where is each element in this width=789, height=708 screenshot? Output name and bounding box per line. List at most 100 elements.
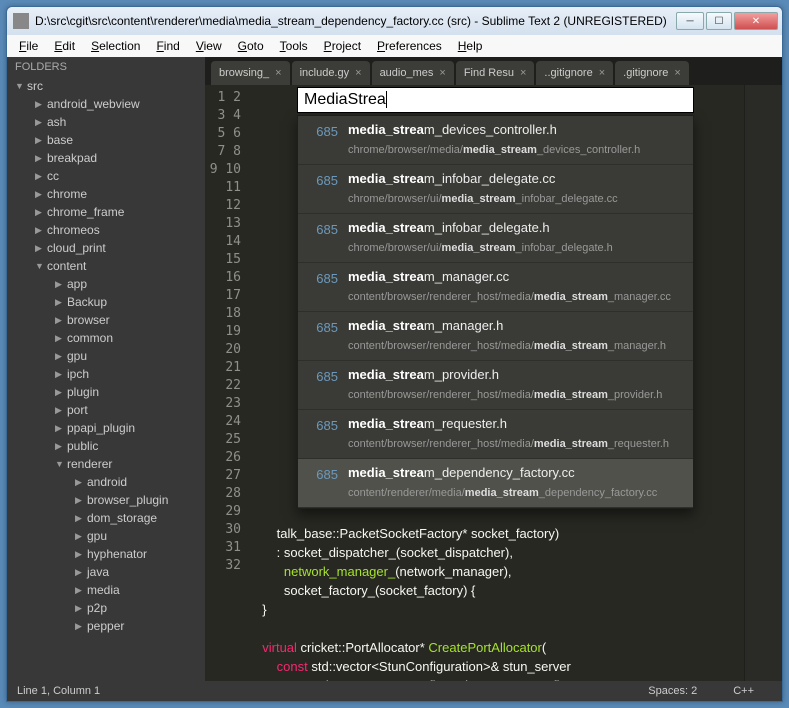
disclosure-arrow-icon: ▶ (35, 189, 45, 200)
menu-goto[interactable]: Goto (230, 37, 272, 55)
goto-anything-results: 685media_stream_devices_controller.hchro… (297, 115, 694, 509)
folder-chrome[interactable]: ▶chrome (7, 185, 205, 203)
disclosure-arrow-icon: ▶ (75, 549, 85, 560)
sidebar: FOLDERS ▼src▶android_webview▶ash▶base▶br… (7, 57, 205, 681)
goto-anything-input[interactable]: MediaStrea (297, 87, 694, 113)
disclosure-arrow-icon: ▼ (35, 261, 45, 271)
menu-edit[interactable]: Edit (46, 37, 83, 55)
goto-result[interactable]: 685media_stream_infobar_delegate.ccchrom… (298, 165, 693, 214)
folder-ipch[interactable]: ▶ipch (7, 365, 205, 383)
disclosure-arrow-icon: ▶ (35, 99, 45, 110)
tab[interactable]: Find Resu× (456, 61, 535, 85)
disclosure-arrow-icon: ▶ (55, 351, 65, 362)
folder-plugin[interactable]: ▶plugin (7, 383, 205, 401)
goto-result[interactable]: 685media_stream_dependency_factory.cccon… (298, 459, 693, 508)
folder-android_webview[interactable]: ▶android_webview (7, 95, 205, 113)
minimize-button[interactable]: ─ (676, 12, 704, 30)
titlebar[interactable]: D:\src\cgit\src\content\renderer\media\m… (7, 7, 782, 35)
disclosure-arrow-icon: ▶ (55, 369, 65, 380)
tab-close-icon[interactable]: × (599, 67, 605, 79)
menu-find[interactable]: Find (148, 37, 187, 55)
folder-common[interactable]: ▶common (7, 329, 205, 347)
menu-tools[interactable]: Tools (272, 37, 316, 55)
folder-base[interactable]: ▶base (7, 131, 205, 149)
goto-result[interactable]: 685media_stream_devices_controller.hchro… (298, 116, 693, 165)
disclosure-arrow-icon: ▶ (75, 513, 85, 524)
folder-renderer[interactable]: ▼renderer (7, 455, 205, 473)
folder-android[interactable]: ▶android (7, 473, 205, 491)
folder-port[interactable]: ▶port (7, 401, 205, 419)
goto-result[interactable]: 685media_stream_manager.cccontent/browse… (298, 263, 693, 312)
folder-gpu[interactable]: ▶gpu (7, 347, 205, 365)
disclosure-arrow-icon: ▶ (75, 585, 85, 596)
folder-ppapi_plugin[interactable]: ▶ppapi_plugin (7, 419, 205, 437)
goto-score: 685 (308, 317, 338, 355)
tab[interactable]: audio_mes× (372, 61, 454, 85)
disclosure-arrow-icon: ▶ (75, 603, 85, 614)
disclosure-arrow-icon: ▶ (75, 477, 85, 488)
folder-dom_storage[interactable]: ▶dom_storage (7, 509, 205, 527)
disclosure-arrow-icon: ▶ (35, 225, 45, 236)
folder-media[interactable]: ▶media (7, 581, 205, 599)
status-position[interactable]: Line 1, Column 1 (17, 685, 100, 697)
tab[interactable]: .gitignore× (615, 61, 689, 85)
disclosure-arrow-icon: ▶ (55, 333, 65, 344)
folder-Backup[interactable]: ▶Backup (7, 293, 205, 311)
folder-hyphenator[interactable]: ▶hyphenator (7, 545, 205, 563)
editor-area: browsing_×include.gy×audio_mes×Find Resu… (205, 57, 782, 681)
goto-result[interactable]: 685media_stream_requester.hcontent/brows… (298, 410, 693, 459)
status-syntax[interactable]: C++ (715, 685, 772, 697)
tab[interactable]: include.gy× (292, 61, 370, 85)
menu-preferences[interactable]: Preferences (369, 37, 450, 55)
folder-pepper[interactable]: ▶pepper (7, 617, 205, 635)
menu-selection[interactable]: Selection (83, 37, 148, 55)
tab[interactable]: browsing_× (211, 61, 290, 85)
tab-close-icon[interactable]: × (520, 67, 526, 79)
goto-score: 685 (308, 366, 338, 404)
tab-close-icon[interactable]: × (439, 67, 445, 79)
folder-src[interactable]: ▼src (7, 77, 205, 95)
close-button[interactable]: ✕ (734, 12, 778, 30)
disclosure-arrow-icon: ▼ (15, 81, 25, 91)
disclosure-arrow-icon: ▶ (35, 243, 45, 254)
folder-gpu[interactable]: ▶gpu (7, 527, 205, 545)
window-title: D:\src\cgit\src\content\renderer\media\m… (35, 14, 676, 28)
maximize-button[interactable]: ☐ (706, 12, 732, 30)
app-icon (13, 13, 29, 29)
tab-close-icon[interactable]: × (674, 67, 680, 79)
tab-close-icon[interactable]: × (355, 67, 361, 79)
status-bar: Line 1, Column 1 Spaces: 2 C++ (7, 681, 782, 701)
goto-result[interactable]: 685media_stream_infobar_delegate.hchrome… (298, 214, 693, 263)
menu-project[interactable]: Project (316, 37, 369, 55)
folder-java[interactable]: ▶java (7, 563, 205, 581)
folder-cc[interactable]: ▶cc (7, 167, 205, 185)
disclosure-arrow-icon: ▶ (55, 423, 65, 434)
menu-view[interactable]: View (188, 37, 230, 55)
folder-browser_plugin[interactable]: ▶browser_plugin (7, 491, 205, 509)
folder-cloud_print[interactable]: ▶cloud_print (7, 239, 205, 257)
code-area[interactable]: talk_base::PacketSocketFactory* socket_f… (249, 85, 744, 681)
menu-file[interactable]: File (11, 37, 46, 55)
folder-browser[interactable]: ▶browser (7, 311, 205, 329)
tab-close-icon[interactable]: × (275, 67, 281, 79)
status-indent[interactable]: Spaces: 2 (630, 685, 715, 697)
goto-result[interactable]: 685media_stream_provider.hcontent/browse… (298, 361, 693, 410)
tab[interactable]: ..gitignore× (536, 61, 613, 85)
folder-chromeos[interactable]: ▶chromeos (7, 221, 205, 239)
disclosure-arrow-icon: ▶ (75, 495, 85, 506)
menu-help[interactable]: Help (450, 37, 491, 55)
minimap[interactable] (744, 85, 782, 681)
folder-breakpad[interactable]: ▶breakpad (7, 149, 205, 167)
folder-chrome_frame[interactable]: ▶chrome_frame (7, 203, 205, 221)
disclosure-arrow-icon: ▶ (75, 531, 85, 542)
folder-public[interactable]: ▶public (7, 437, 205, 455)
goto-score: 685 (308, 170, 338, 208)
tab-bar: browsing_×include.gy×audio_mes×Find Resu… (205, 57, 782, 85)
folder-app[interactable]: ▶app (7, 275, 205, 293)
folder-content[interactable]: ▼content (7, 257, 205, 275)
disclosure-arrow-icon: ▶ (35, 135, 45, 146)
folder-ash[interactable]: ▶ash (7, 113, 205, 131)
goto-result[interactable]: 685media_stream_manager.hcontent/browser… (298, 312, 693, 361)
folder-p2p[interactable]: ▶p2p (7, 599, 205, 617)
goto-score: 685 (308, 415, 338, 453)
